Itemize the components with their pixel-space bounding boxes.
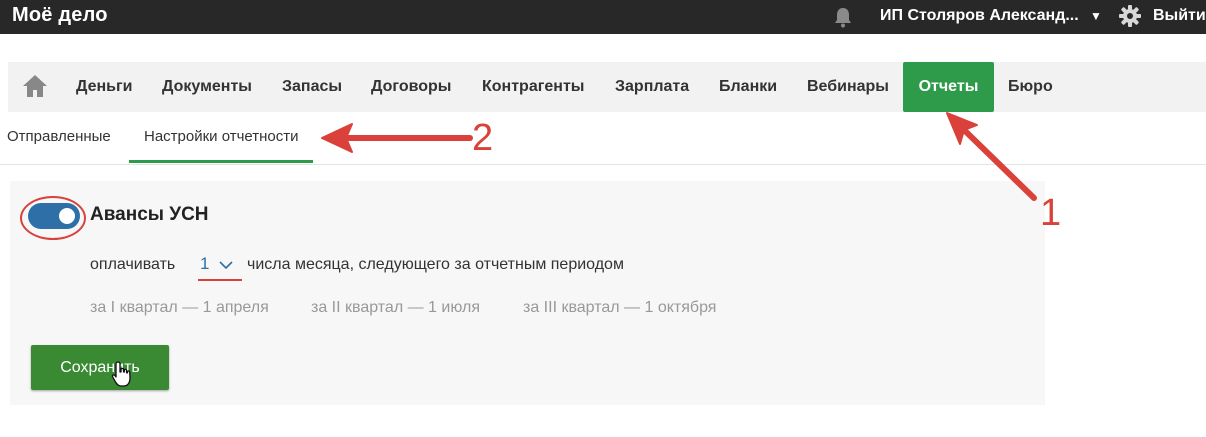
section-title: Авансы УСН — [90, 204, 209, 225]
nav-item-contracts[interactable]: Договоры — [371, 62, 451, 112]
annotation-toggle-circle — [20, 196, 86, 240]
annotation-underline — [198, 279, 242, 281]
logout-link[interactable]: Выйти — [1153, 7, 1206, 25]
save-button[interactable]: Сохранить — [31, 345, 169, 390]
active-tab-indicator — [129, 160, 313, 163]
nav-item-stock[interactable]: Запасы — [282, 62, 342, 112]
bell-icon[interactable] — [833, 6, 853, 28]
day-select[interactable]: 1 — [200, 254, 209, 274]
tab-report-settings[interactable]: Настройки отчетности — [144, 128, 299, 145]
quarter-2-deadline: за II квартал — 1 июля — [311, 299, 480, 316]
nav-item-bureau[interactable]: Бюро — [1008, 62, 1053, 112]
nav-item-salary[interactable]: Зарплата — [615, 62, 689, 112]
nav-item-documents[interactable]: Документы — [162, 62, 252, 112]
gear-icon[interactable] — [1119, 5, 1141, 27]
user-menu[interactable]: ИП Столяров Александ... — [880, 7, 1079, 25]
annotation-label-1: 1 — [1040, 192, 1062, 234]
pay-suffix: числа месяца, следующего за отчетным пер… — [247, 256, 624, 273]
chevron-down-icon[interactable] — [219, 260, 233, 270]
nav-item-webinars[interactable]: Вебинары — [807, 62, 889, 112]
quarter-3-deadline: за III квартал — 1 октября — [523, 299, 717, 316]
nav-item-money[interactable]: Деньги — [76, 62, 133, 112]
nav-item-forms[interactable]: Бланки — [719, 62, 777, 112]
chevron-down-icon[interactable]: ▼ — [1090, 9, 1102, 23]
pay-label: оплачивать — [90, 256, 176, 273]
tabs-divider — [0, 164, 1206, 165]
nav-item-contractors[interactable]: Контрагенты — [482, 62, 584, 112]
home-icon[interactable] — [22, 74, 48, 98]
tab-sent[interactable]: Отправленные — [7, 128, 111, 145]
logo[interactable]: Моё дело — [12, 4, 108, 27]
annotation-label-2: 2 — [472, 117, 494, 159]
hand-cursor-icon — [111, 361, 131, 387]
quarter-1-deadline: за I квартал — 1 апреля — [90, 299, 269, 316]
nav-item-reports[interactable]: Отчеты — [903, 62, 994, 112]
